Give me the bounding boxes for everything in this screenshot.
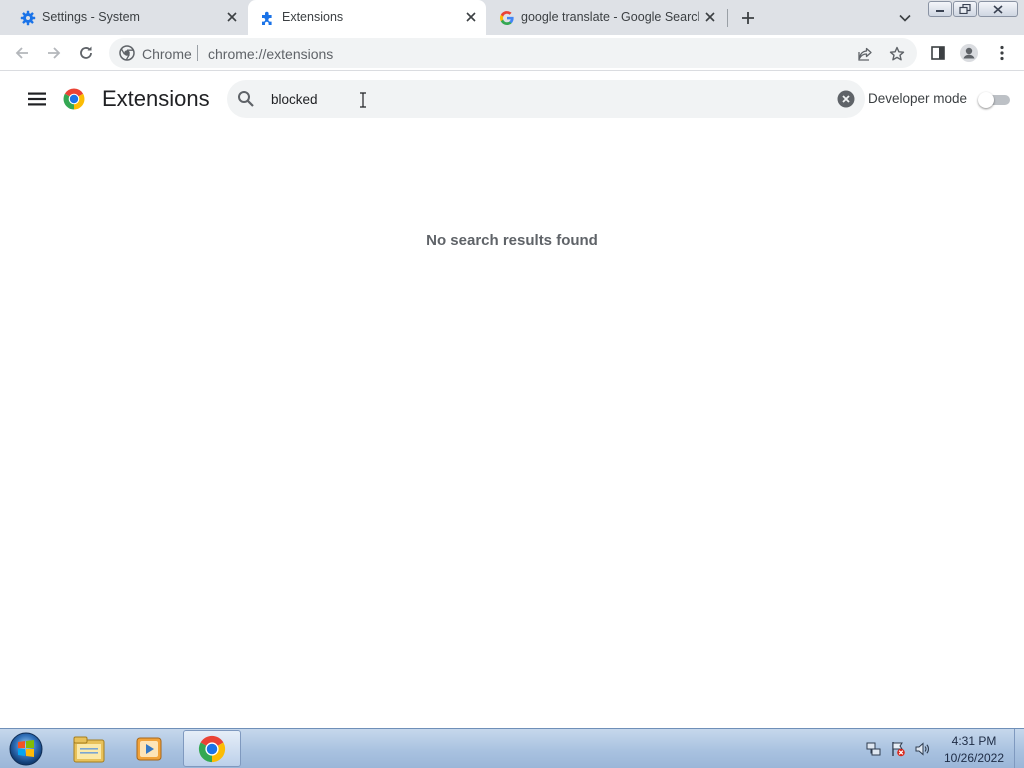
puzzle-icon: [262, 11, 272, 25]
back-button[interactable]: [10, 41, 34, 65]
tab-title: Settings - System: [42, 10, 140, 24]
google-icon: [500, 11, 514, 26]
reload-button[interactable]: [74, 41, 98, 65]
close-icon: [993, 4, 1003, 14]
profile-button[interactable]: [958, 42, 980, 64]
side-panel-icon: [931, 46, 945, 60]
chrome-menu-button[interactable]: [991, 42, 1013, 64]
network-icon[interactable]: [866, 741, 882, 757]
close-window-button[interactable]: [978, 1, 1018, 17]
gear-icon: [20, 10, 36, 26]
page-title: Extensions: [102, 86, 210, 111]
chevron-down-icon: [899, 14, 911, 22]
forward-button[interactable]: [42, 41, 66, 65]
chrome-site-icon: [119, 45, 135, 61]
arrow-right-icon: [48, 47, 61, 59]
close-icon[interactable]: [224, 9, 240, 25]
clear-search-icon[interactable]: [837, 90, 855, 108]
omnibox-separator: [197, 45, 198, 61]
url-text[interactable]: chrome://extensions: [208, 46, 333, 62]
volume-icon[interactable]: [914, 741, 930, 757]
developer-mode-toggle[interactable]: [978, 92, 1010, 108]
tab-title: google translate - Google Search: [521, 10, 699, 24]
media-player-icon: [136, 737, 162, 760]
browser-toolbar: Chrome chrome://extensions: [0, 35, 1024, 71]
restore-icon: [959, 4, 971, 14]
close-icon[interactable]: [702, 9, 718, 25]
side-panel-button[interactable]: [927, 42, 949, 64]
windows-explorer-icon: [73, 736, 105, 762]
search-input[interactable]: [271, 89, 791, 109]
avatar-icon: [960, 44, 978, 62]
new-tab-button[interactable]: [737, 7, 759, 29]
start-button[interactable]: [7, 731, 45, 767]
more-vert-icon: [1000, 45, 1004, 61]
search-icon: [238, 91, 254, 107]
chrome-logo-icon: [63, 88, 85, 110]
hamburger-menu-icon: [28, 92, 46, 106]
plus-icon: [742, 12, 754, 24]
main-menu-button[interactable]: [26, 88, 48, 110]
tab-google-translate-search[interactable]: google translate - Google Search: [487, 0, 727, 35]
bookmark-star-icon[interactable]: [888, 45, 906, 63]
address-bar[interactable]: Chrome chrome://extensions: [109, 38, 917, 68]
tab-extensions[interactable]: Extensions: [248, 0, 486, 35]
arrow-left-icon: [15, 47, 28, 59]
share-icon[interactable]: [856, 45, 874, 63]
tab-strip: Settings - System Extensions google tran…: [0, 0, 1024, 35]
windows-taskbar: 4:31 PM 10/26/2022: [0, 728, 1024, 768]
clock-date[interactable]: 10/26/2022: [936, 751, 1012, 765]
tab-settings-system[interactable]: Settings - System: [8, 0, 244, 35]
no-results-message: No search results found: [426, 232, 598, 249]
reload-icon: [80, 46, 92, 59]
restore-button[interactable]: [953, 1, 977, 17]
chrome-taskbar-button[interactable]: [183, 730, 241, 767]
minimize-icon: [936, 10, 944, 12]
media-player-button[interactable]: [120, 730, 178, 767]
tab-title: Extensions: [282, 10, 344, 24]
close-icon[interactable]: [463, 9, 479, 25]
show-desktop-button[interactable]: [1014, 729, 1024, 768]
clock-time[interactable]: 4:31 PM: [936, 734, 1012, 748]
action-center-flag-icon[interactable]: [890, 741, 906, 757]
tab-separator: [727, 9, 728, 27]
extensions-toolbar: Extensions Developer mode: [0, 72, 1024, 126]
tab-search-button[interactable]: [895, 8, 915, 28]
toggle-knob: [978, 92, 994, 108]
windows-explorer-button[interactable]: [60, 730, 118, 767]
chrome-icon: [198, 735, 226, 762]
developer-mode-label: Developer mode: [868, 91, 968, 106]
text-cursor-icon: [360, 92, 366, 108]
site-label: Chrome: [142, 46, 192, 62]
extensions-search[interactable]: [227, 80, 865, 118]
minimize-button[interactable]: [928, 1, 952, 17]
